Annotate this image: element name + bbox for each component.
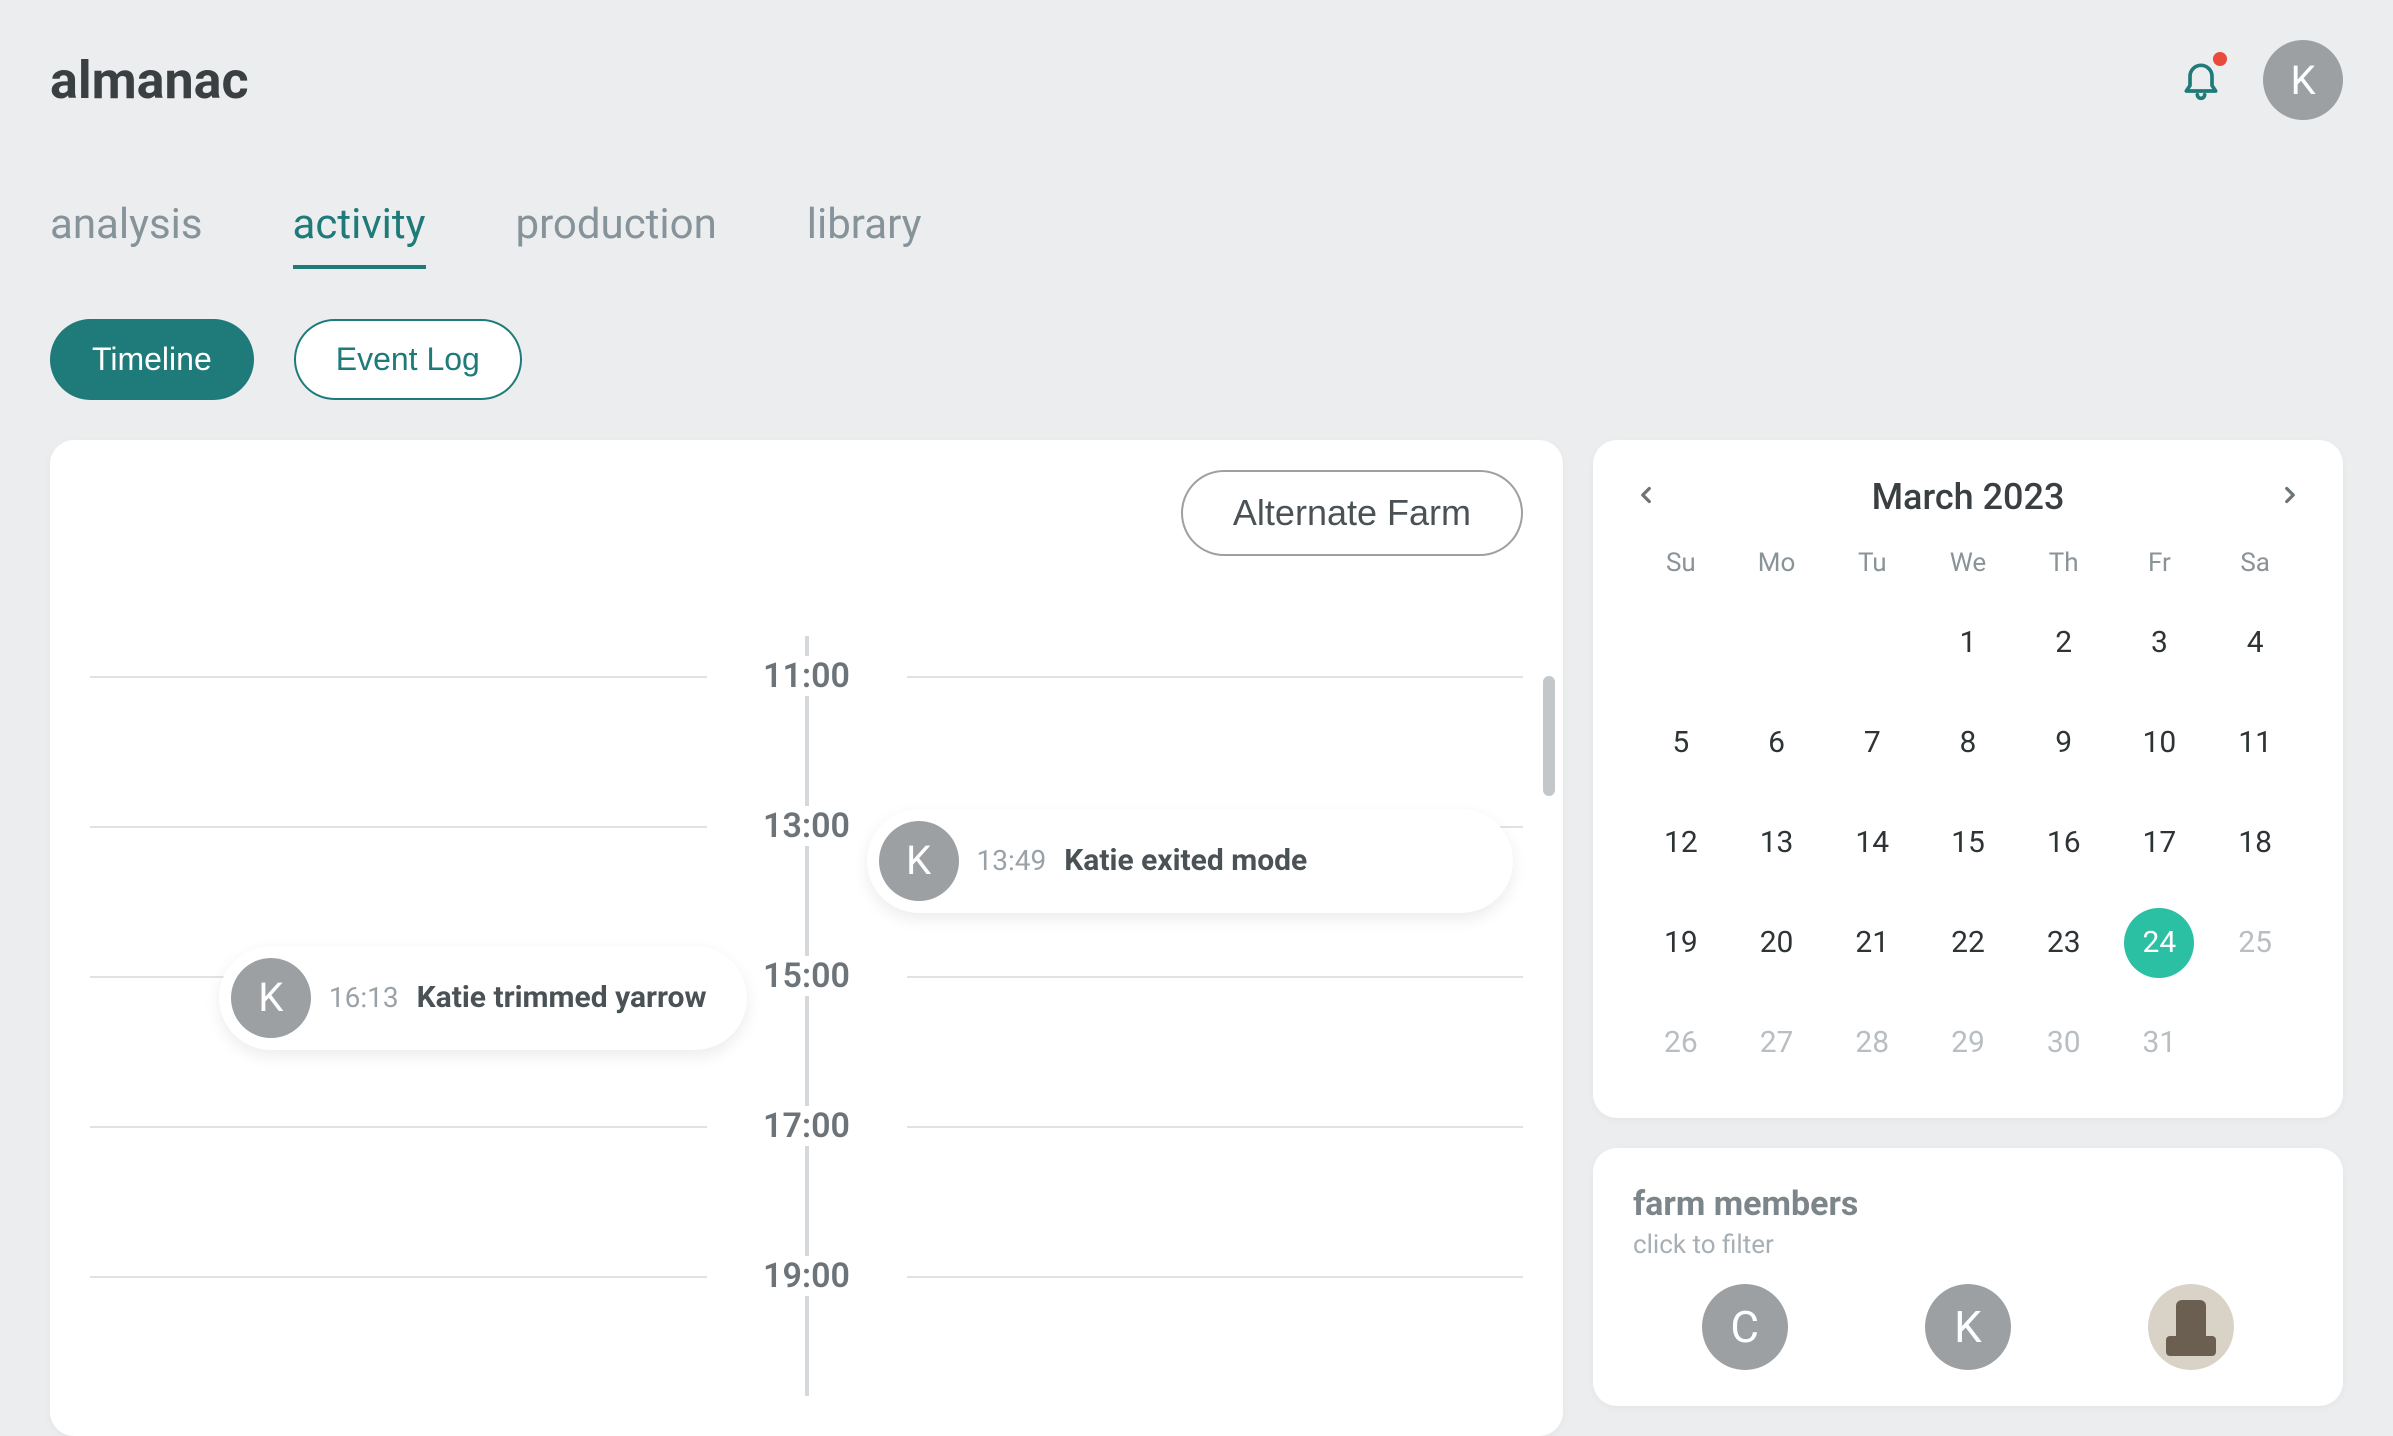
calendar-day[interactable]: 4 (2220, 608, 2290, 678)
calendar-day[interactable]: 21 (1837, 908, 1907, 978)
member-avatar[interactable]: K (1925, 1284, 2011, 1370)
calendar-day[interactable]: 25 (2220, 908, 2290, 978)
calendar-day[interactable]: 8 (1933, 708, 2003, 778)
members-subtitle: click to filter (1633, 1230, 2303, 1260)
calendar-day[interactable]: 16 (2029, 808, 2099, 878)
calendar-day[interactable]: 17 (2124, 808, 2194, 878)
calendar-prev-button[interactable] (1633, 482, 1659, 512)
event-time: 16:13 (329, 981, 399, 1014)
hour-label: 19:00 (743, 1256, 870, 1296)
member-avatar[interactable] (2148, 1284, 2234, 1370)
calendar-day[interactable]: 2 (2029, 608, 2099, 678)
tab-activity[interactable]: activity (293, 200, 426, 269)
calendar-day[interactable]: 28 (1837, 1008, 1907, 1078)
calendar-day[interactable]: 15 (1933, 808, 2003, 878)
members-title: farm members (1633, 1184, 2303, 1224)
view-buttons: Timeline Event Log (50, 269, 2343, 440)
calendar-dow: Su (1633, 548, 1729, 578)
calendar-day[interactable]: 6 (1742, 708, 1812, 778)
hour-label: 15:00 (743, 956, 870, 996)
timeline-button[interactable]: Timeline (50, 319, 254, 400)
calendar-panel: March 2023 SuMoTuWeThFrSa123456789101112… (1593, 440, 2343, 1118)
notifications-button[interactable] (2179, 56, 2223, 104)
calendar-day[interactable]: 23 (2029, 908, 2099, 978)
calendar-dow: Tu (1824, 548, 1920, 578)
user-avatar[interactable]: K (2263, 40, 2343, 120)
calendar-day[interactable]: 1 (1933, 608, 2003, 678)
tab-production[interactable]: production (516, 200, 717, 269)
timeline-event[interactable]: K 16:13 Katie trimmed yarrow (219, 946, 747, 1050)
scrollbar-thumb[interactable] (1543, 676, 1555, 796)
calendar-day[interactable]: 14 (1837, 808, 1907, 878)
calendar-dow: Sa (2207, 548, 2303, 578)
timeline-area: 11:0013:0015:0017:0019:00K13:49Katie exi… (90, 676, 1523, 1396)
calendar-next-button[interactable] (2277, 482, 2303, 512)
calendar-day[interactable]: 11 (2220, 708, 2290, 778)
chevron-left-icon (1633, 482, 1659, 508)
brand-title: almanac (50, 50, 249, 111)
calendar-grid: SuMoTuWeThFrSa12345678910111213141516171… (1633, 548, 2303, 1078)
tab-analysis[interactable]: analysis (50, 200, 203, 269)
calendar-dow: Th (2016, 548, 2112, 578)
calendar-day[interactable]: 31 (2124, 1008, 2194, 1078)
calendar-day[interactable]: 20 (1742, 908, 1812, 978)
chevron-right-icon (2277, 482, 2303, 508)
timeline-event[interactable]: K 13:49 Katie exited mode (867, 809, 1514, 913)
header: almanac K (50, 0, 2343, 140)
calendar-day[interactable]: 13 (1742, 808, 1812, 878)
main-tabs: analysis activity production library (50, 140, 2343, 269)
calendar-day[interactable]: 30 (2029, 1008, 2099, 1078)
member-avatar[interactable]: C (1702, 1284, 1788, 1370)
calendar-day[interactable]: 22 (1933, 908, 2003, 978)
event-text: Katie exited mode (1064, 843, 1307, 878)
calendar-day[interactable]: 5 (1646, 708, 1716, 778)
calendar-title: March 2023 (1872, 476, 2065, 518)
calendar-dow: Fr (2112, 548, 2208, 578)
calendar-day[interactable]: 29 (1933, 1008, 2003, 1078)
eventlog-button[interactable]: Event Log (294, 319, 522, 400)
calendar-day[interactable]: 18 (2220, 808, 2290, 878)
event-avatar: K (879, 821, 959, 901)
event-avatar: K (231, 958, 311, 1038)
calendar-dow: We (1920, 548, 2016, 578)
calendar-day[interactable]: 7 (1837, 708, 1907, 778)
event-text: Katie trimmed yarrow (417, 980, 707, 1015)
calendar-day[interactable]: 10 (2124, 708, 2194, 778)
hour-label: 17:00 (743, 1106, 870, 1146)
calendar-day[interactable]: 9 (2029, 708, 2099, 778)
notification-dot (2213, 52, 2227, 66)
members-panel: farm members click to filter C K (1593, 1148, 2343, 1406)
calendar-dow: Mo (1729, 548, 1825, 578)
hour-label: 13:00 (743, 806, 870, 846)
event-time: 13:49 (977, 844, 1047, 877)
hour-label: 11:00 (743, 656, 870, 696)
calendar-day[interactable]: 26 (1646, 1008, 1716, 1078)
calendar-day[interactable]: 27 (1742, 1008, 1812, 1078)
calendar-day[interactable]: 12 (1646, 808, 1716, 878)
calendar-day[interactable]: 3 (2124, 608, 2194, 678)
timeline-panel: Alternate Farm 11:00 13:00 15:00 17:00 19:00… (50, 440, 1563, 1436)
calendar-day[interactable]: 19 (1646, 908, 1716, 978)
tab-library[interactable]: library (807, 200, 922, 269)
alternate-farm-button[interactable]: Alternate Farm (1181, 470, 1523, 556)
calendar-day[interactable]: 24 (2124, 908, 2194, 978)
